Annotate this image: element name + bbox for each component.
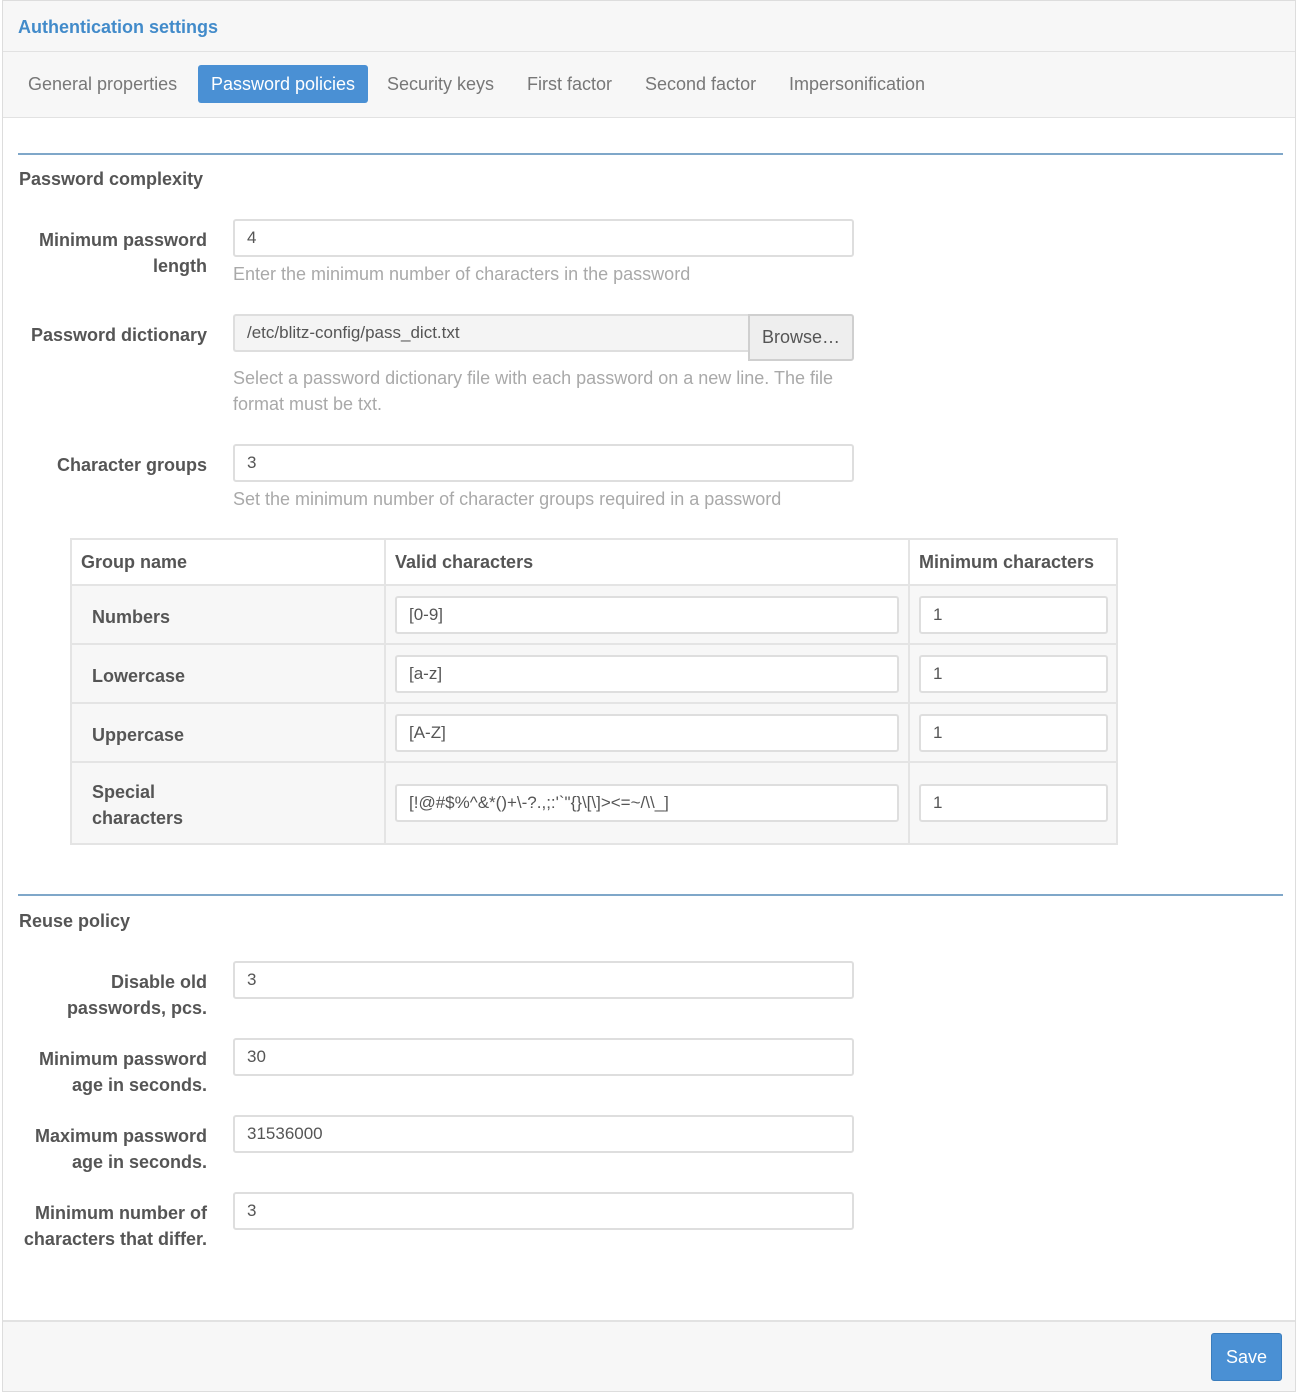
tab-impersonification[interactable]: Impersonification: [776, 65, 938, 103]
table-row: Numbers [0-9] 1: [72, 586, 1116, 645]
dictionary-help: Select a password dictionary file with e…: [233, 368, 833, 414]
tab-first-factor[interactable]: First factor: [514, 65, 625, 103]
groups-input[interactable]: 3: [233, 444, 854, 482]
disable-old-input[interactable]: 3: [233, 961, 854, 999]
min-diff-input[interactable]: 3: [233, 1192, 854, 1230]
max-age-label: Maximum password age in seconds.: [34, 1126, 207, 1172]
column-header-valid-characters: Valid characters: [395, 552, 534, 572]
table-row: Uppercase [A-Z] 1: [72, 704, 1116, 763]
column-divider: [384, 540, 386, 843]
group-name: Numbers: [92, 607, 171, 627]
min-length-input[interactable]: 4: [233, 219, 854, 257]
tab-security-keys[interactable]: Security keys: [374, 65, 507, 103]
groups-help: Set the minimum number of character grou…: [233, 489, 782, 509]
tabs-bar: General properties Password policies Sec…: [3, 52, 1295, 118]
tab-general-properties[interactable]: General properties: [15, 65, 190, 103]
save-button[interactable]: Save: [1211, 1333, 1282, 1381]
groups-label: Character groups: [56, 455, 207, 475]
column-header-group-name: Group name: [81, 552, 188, 572]
panel-footer: Save: [3, 1320, 1295, 1391]
panel-title: Authentication settings: [18, 17, 219, 37]
tab-second-factor[interactable]: Second factor: [632, 65, 769, 103]
valid-characters-input[interactable]: [a-z]: [395, 655, 899, 693]
min-age-input[interactable]: 30: [233, 1038, 854, 1076]
table-row: Lowercase [a-z] 1: [72, 645, 1116, 704]
valid-characters-input[interactable]: [0-9]: [395, 596, 899, 634]
character-groups-table: Group name Valid characters Minimum char…: [70, 538, 1118, 845]
disable-old-label: Disable old passwords, pcs.: [66, 972, 207, 1018]
group-name: Uppercase: [92, 725, 185, 745]
min-length-label: Minimum password length: [38, 230, 207, 276]
group-name: Special characters: [92, 782, 184, 828]
valid-characters-input[interactable]: [!@#$%^&*()+\-?.,;:'`"{}\[\]><=~/\\_]: [395, 784, 899, 822]
valid-characters-input[interactable]: [A-Z]: [395, 714, 899, 752]
minimum-characters-input[interactable]: 1: [919, 784, 1108, 822]
table-header: Group name Valid characters Minimum char…: [72, 540, 1116, 586]
group-name: Lowercase: [92, 666, 186, 686]
section-title-complexity: Password complexity: [19, 169, 204, 189]
min-diff-label: Minimum number of characters that differ…: [23, 1203, 207, 1249]
section-title-reuse: Reuse policy: [19, 911, 131, 931]
min-length-help: Enter the minimum number of characters i…: [233, 264, 691, 284]
min-age-label: Minimum password age in seconds.: [38, 1049, 207, 1095]
dictionary-file-input: /etc/blitz-config/pass_dict.txt: [233, 314, 750, 352]
column-header-minimum-characters: Minimum characters: [919, 552, 1095, 572]
minimum-characters-input[interactable]: 1: [919, 714, 1108, 752]
dictionary-label: Password dictionary: [30, 325, 207, 345]
max-age-input[interactable]: 31536000: [233, 1115, 854, 1153]
tab-password-policies[interactable]: Password policies: [198, 65, 369, 103]
minimum-characters-input[interactable]: 1: [919, 596, 1108, 634]
section-divider: [18, 153, 1283, 155]
auth-settings-panel: Authentication settings General properti…: [2, 0, 1296, 1392]
minimum-characters-input[interactable]: 1: [919, 655, 1108, 693]
column-divider: [908, 540, 910, 843]
section-divider: [18, 894, 1283, 896]
browse-button[interactable]: Browse…: [748, 314, 854, 361]
table-row: Special characters [!@#$%^&*()+\-?.,;:'`…: [72, 763, 1116, 843]
panel-heading: Authentication settings: [3, 1, 1295, 52]
